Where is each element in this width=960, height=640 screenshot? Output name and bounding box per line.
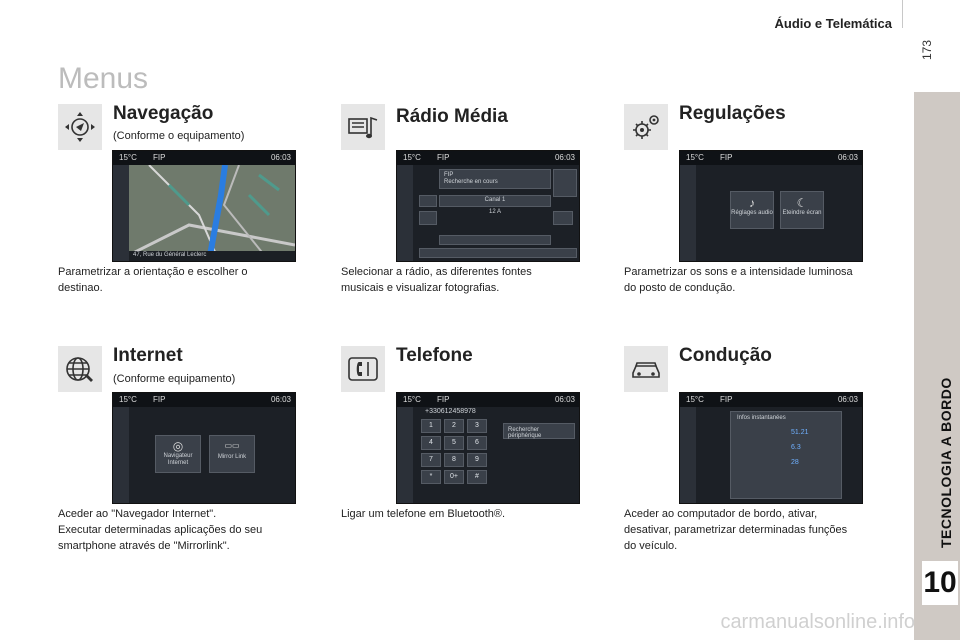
section-desc-radio: Selecionar a rádio, as diferentes fontes… <box>341 266 532 294</box>
keypad-key: * <box>421 470 441 484</box>
keypad-key: 9 <box>467 453 487 467</box>
phone-screenshot: 15°C FIP 06:03 +330612458978 1 2 3 4 5 6 7 8 9 * 0+ #… <box>396 392 580 504</box>
car-icon <box>624 346 668 392</box>
section-title-internet: Internet <box>113 345 183 366</box>
phone-icon <box>341 346 385 392</box>
section-note-navegacao: (Conforme o equipamento) <box>113 130 245 142</box>
chapter-number: 10 <box>922 561 958 605</box>
keypad-key: 7 <box>421 453 441 467</box>
navigation-screenshot: 15°C FIP 06:03 47, Rue du Général Leclerc <box>112 150 296 262</box>
section-note-internet: (Conforme equipamento) <box>113 373 236 385</box>
section-title-radio: Rádio Média <box>396 106 508 127</box>
driving-screenshot: 15°C FIP 06:03 Infos instantanées 51.21 6.… <box>679 392 863 504</box>
page-title: Menus <box>58 62 149 95</box>
keypad-key: 4 <box>421 436 441 450</box>
section-desc-telefone: Ligar um telefone em Bluetooth®. <box>341 508 506 520</box>
section-desc-internet: Aceder ao "Navegador Internet". Executar … <box>58 508 263 552</box>
section-title-navegacao: Navegação <box>113 103 214 124</box>
chapter-label: TECNOLOGIA A BORDO <box>938 377 954 548</box>
section-desc-navegacao: Parametrizar a orientação e escolher o de… <box>58 266 248 294</box>
screen-source: FIP <box>153 153 166 162</box>
keypad-key: 8 <box>444 453 464 467</box>
section-title-telefone: Telefone <box>396 345 473 366</box>
radio-screenshot: 15°C FIP 06:03 FIP Recherche en cours Cana… <box>396 150 580 262</box>
map-view <box>129 165 295 261</box>
radio-media-icon <box>341 104 385 150</box>
header-divider <box>902 0 903 28</box>
navigation-icon <box>58 104 102 150</box>
section-title-conducao: Condução <box>679 345 772 366</box>
phone-keypad: 1 2 3 4 5 6 7 8 9 * 0+ # <box>421 419 487 484</box>
section-desc-regulacoes: Parametrizar os sons e a intensidade lum… <box>624 266 853 294</box>
keypad-key: 2 <box>444 419 464 433</box>
map-address: 47, Rue du Général Leclerc <box>133 252 207 258</box>
keypad-key: 0+ <box>444 470 464 484</box>
keypad-key: 5 <box>444 436 464 450</box>
internet-screenshot: 15°C FIP 06:03 ◎ Navigateur Internet ▭▭ Mi… <box>112 392 296 504</box>
page-number: 173 <box>920 39 934 60</box>
keypad-key: 6 <box>467 436 487 450</box>
settings-screenshot: 15°C FIP 06:03 ♪ Réglages audio ☾ Eteindre… <box>679 150 863 262</box>
keypad-key: # <box>467 470 487 484</box>
section-title-regulacoes: Regulações <box>679 103 786 124</box>
header-title: Áudio e Telemática <box>774 16 892 31</box>
internet-globe-icon <box>58 346 102 392</box>
watermark: carmanualsonline.info <box>720 611 915 633</box>
chapter-side-tab <box>914 92 960 640</box>
screen-time: 06:03 <box>270 153 291 162</box>
settings-gear-icon <box>624 104 668 150</box>
screen-temp: 15°C <box>119 153 137 162</box>
keypad-key: 1 <box>421 419 441 433</box>
section-desc-conducao: Aceder ao computador de bordo, ativar, de… <box>624 508 848 552</box>
keypad-key: 3 <box>467 419 487 433</box>
